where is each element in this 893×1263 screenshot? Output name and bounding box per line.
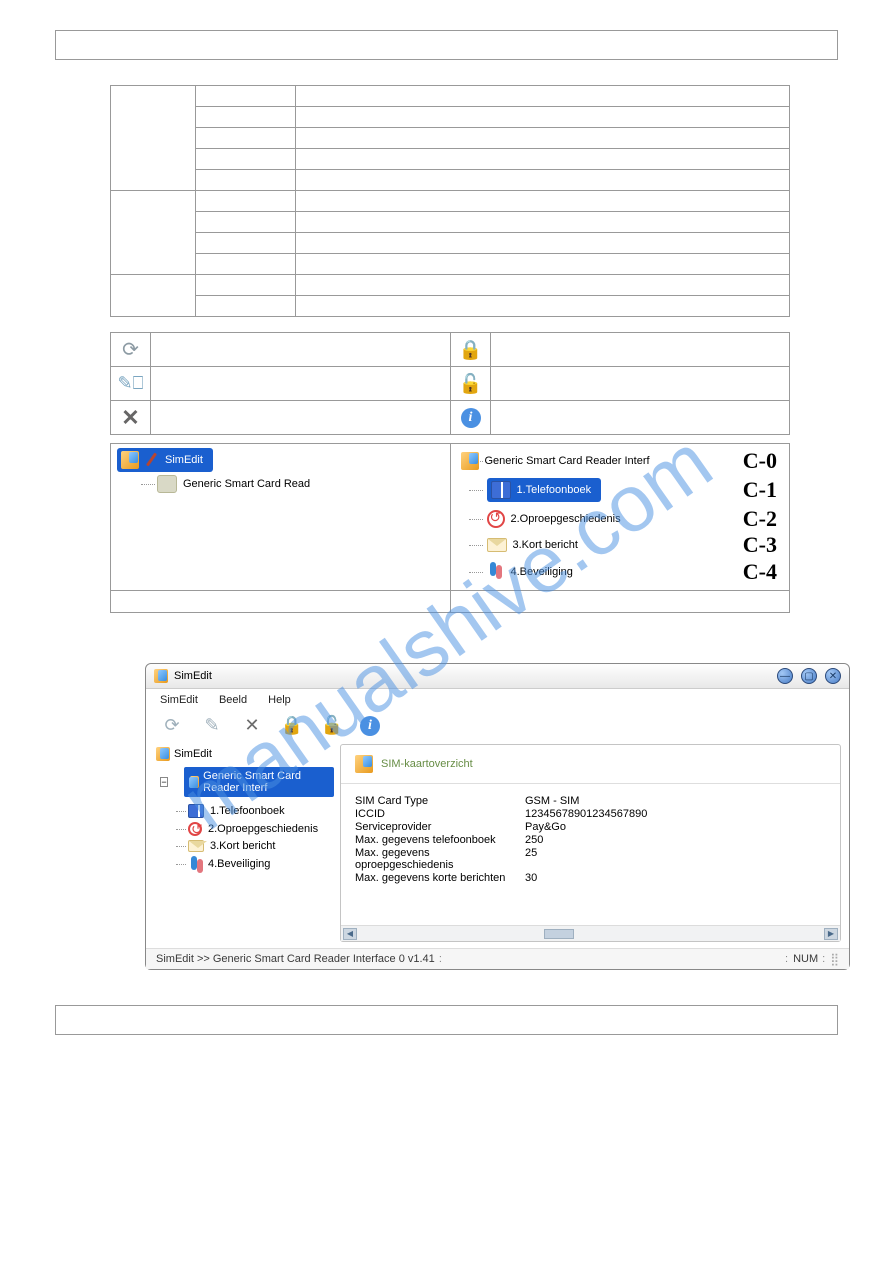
code-c2: C-2 bbox=[743, 506, 777, 532]
menu-bar: SimEdit Beeld Help bbox=[146, 689, 849, 711]
sidebar-reader-icon bbox=[190, 776, 199, 788]
sidebar-reader-label: Generic Smart Card Reader Interf bbox=[203, 770, 328, 794]
item-2-label: 2.Oproepgeschiedenis bbox=[511, 513, 621, 525]
detail-key-1: ICCID bbox=[355, 808, 525, 820]
delete-icon: ✕ bbox=[118, 405, 144, 431]
detail-val-2: Pay&Go bbox=[525, 821, 566, 833]
detail-key-5: Max. gegevens korte berichten bbox=[355, 872, 525, 884]
item-3-label: 3.Kort bericht bbox=[513, 539, 578, 551]
pencil-icon bbox=[143, 451, 161, 469]
menu-simedit[interactable]: SimEdit bbox=[160, 694, 198, 706]
panel-title: SIM-kaartoverzicht bbox=[381, 758, 473, 770]
tree-item-phonebook[interactable]: 1.Telefoonboek bbox=[487, 478, 602, 502]
titlebar-sim-icon bbox=[154, 669, 168, 683]
window-toolbar: ⟳ ✎ ✕ 🔒 🔓 i bbox=[146, 711, 849, 744]
expand-toggle[interactable]: − bbox=[160, 777, 168, 787]
mail-icon bbox=[487, 538, 507, 552]
status-num: NUM bbox=[793, 953, 818, 965]
keys-icon bbox=[487, 562, 505, 582]
tb-delete-icon[interactable]: ✕ bbox=[240, 715, 264, 736]
sidebar-item-security[interactable]: 4.Beveiliging bbox=[188, 856, 334, 872]
detail-list: SIM Card TypeGSM - SIM ICCID123456789012… bbox=[341, 784, 840, 925]
sidebar-item-2: 2.Oproepgeschiedenis bbox=[208, 823, 318, 835]
scroll-track[interactable] bbox=[357, 928, 824, 940]
status-text: SimEdit >> Generic Smart Card Reader Int… bbox=[156, 953, 435, 965]
tb-info-icon[interactable]: i bbox=[360, 716, 380, 736]
sidebar-book-icon bbox=[188, 804, 204, 818]
tree-table: SimEdit Generic Smart Card Read Generic … bbox=[110, 443, 790, 613]
sidebar-mail-icon bbox=[188, 840, 204, 852]
sidebar-item-3: 3.Kort bericht bbox=[210, 840, 275, 852]
menu-beeld[interactable]: Beeld bbox=[219, 694, 247, 706]
main-panel: SIM-kaartoverzicht SIM Card TypeGSM - SI… bbox=[340, 744, 841, 942]
history-icon bbox=[487, 510, 505, 528]
maximize-button[interactable]: ▢ bbox=[801, 668, 817, 684]
detail-key-4: Max. gegevens oproepgeschiedenis bbox=[355, 847, 525, 871]
chip-icon bbox=[157, 475, 177, 493]
window-title: SimEdit bbox=[174, 670, 212, 682]
sidebar-item-1: 1.Telefoonboek bbox=[210, 805, 285, 817]
root-label: SimEdit bbox=[165, 454, 203, 466]
edit-icon: ✎⎕ bbox=[118, 371, 144, 397]
sim-chip-icon bbox=[461, 452, 479, 470]
close-button[interactable]: ✕ bbox=[825, 668, 841, 684]
scroll-thumb[interactable] bbox=[544, 929, 574, 939]
simedit-root-badge: SimEdit bbox=[117, 448, 213, 472]
sidebar-item-phonebook[interactable]: 1.Telefoonboek bbox=[188, 804, 334, 818]
status-bar: SimEdit >> Generic Smart Card Reader Int… bbox=[146, 948, 849, 969]
detail-val-5: 30 bbox=[525, 872, 537, 884]
detail-key-3: Max. gegevens telefoonboek bbox=[355, 834, 525, 846]
unlock-icon: 🔓 bbox=[458, 371, 484, 397]
lock-icon: 🔒 bbox=[458, 337, 484, 363]
menu-help[interactable]: Help bbox=[268, 694, 291, 706]
resize-grip-icon[interactable]: ⣿ bbox=[830, 952, 839, 966]
detail-key-0: SIM Card Type bbox=[355, 795, 525, 807]
sidebar-history-icon bbox=[188, 822, 202, 836]
tb-refresh-icon[interactable]: ⟳ bbox=[160, 715, 184, 736]
code-c0: C-0 bbox=[743, 448, 777, 474]
toolbar-table: ⟳ 🔒 ✎⎕ 🔓 ✕ i bbox=[110, 332, 790, 435]
scroll-left-icon[interactable]: ◀ bbox=[343, 928, 357, 940]
sidebar-root-icon bbox=[156, 747, 170, 761]
tb-unlock-icon[interactable]: 🔓 bbox=[320, 715, 344, 736]
minimize-button[interactable]: — bbox=[777, 668, 793, 684]
sidebar-keys-icon bbox=[188, 856, 202, 872]
sidebar-reader[interactable]: Generic Smart Card Reader Interf bbox=[184, 767, 334, 797]
reader-label-a: Generic Smart Card Read bbox=[183, 478, 310, 490]
main-table bbox=[110, 85, 790, 317]
item-1-label: 1.Telefoonboek bbox=[517, 484, 592, 496]
detail-val-1: 12345678901234567890 bbox=[525, 808, 647, 820]
detail-key-2: Serviceprovider bbox=[355, 821, 525, 833]
tb-edit-icon[interactable]: ✎ bbox=[200, 715, 224, 736]
refresh-icon: ⟳ bbox=[118, 337, 144, 363]
scroll-bar[interactable]: ◀ ▶ bbox=[341, 925, 840, 941]
app-window: SimEdit — ▢ ✕ SimEdit Beeld Help ⟳ ✎ ✕ 🔒… bbox=[145, 663, 850, 970]
info-icon: i bbox=[461, 408, 481, 428]
window-titlebar: SimEdit — ▢ ✕ bbox=[146, 664, 849, 689]
top-box bbox=[55, 30, 838, 60]
panel-sim-icon bbox=[355, 755, 373, 773]
code-c4: C-4 bbox=[743, 559, 777, 585]
book-icon bbox=[491, 481, 511, 499]
sim-icon bbox=[121, 451, 139, 469]
tb-lock-icon[interactable]: 🔒 bbox=[280, 715, 304, 736]
code-c3: C-3 bbox=[743, 532, 777, 558]
sidebar-item-history[interactable]: 2.Oproepgeschiedenis bbox=[188, 822, 334, 836]
detail-val-3: 250 bbox=[525, 834, 543, 846]
code-c1: C-1 bbox=[743, 477, 777, 503]
detail-val-0: GSM - SIM bbox=[525, 795, 579, 807]
sidebar-item-sms[interactable]: 3.Kort bericht bbox=[188, 840, 334, 852]
bottom-box bbox=[55, 1005, 838, 1035]
item-4-label: 4.Beveiliging bbox=[511, 566, 573, 578]
sidebar-item-4: 4.Beveiliging bbox=[208, 858, 270, 870]
scroll-right-icon[interactable]: ▶ bbox=[824, 928, 838, 940]
sidebar-root-label: SimEdit bbox=[174, 748, 212, 760]
reader-label-b: Generic Smart Card Reader Interf bbox=[485, 455, 650, 467]
sidebar: SimEdit − Generic Smart Card Reader Inte… bbox=[154, 744, 334, 942]
detail-val-4: 25 bbox=[525, 847, 537, 871]
